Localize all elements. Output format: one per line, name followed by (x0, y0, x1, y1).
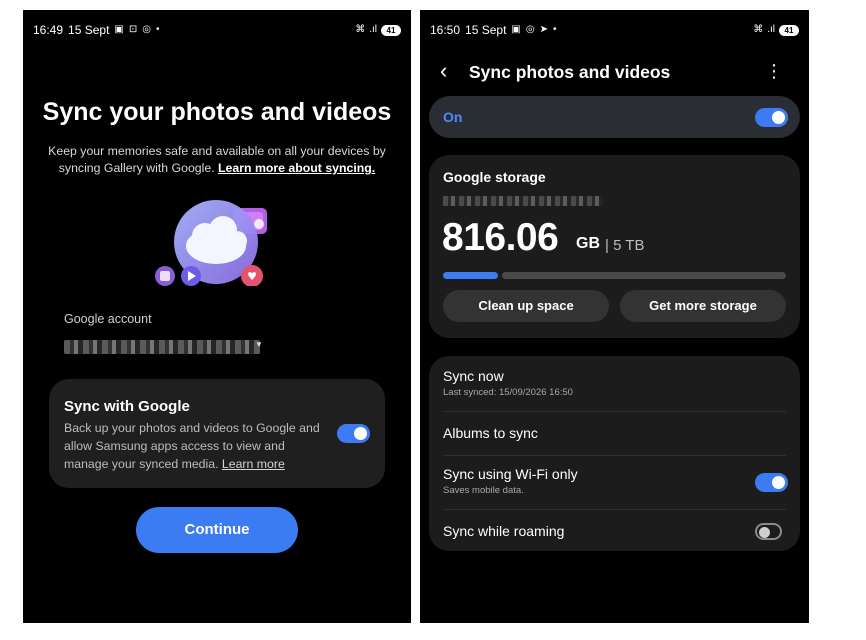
account-email-redacted (443, 196, 603, 206)
master-sync-toggle[interactable] (755, 108, 788, 127)
toggle-knob (759, 527, 770, 538)
status-time: 16:50 (430, 23, 461, 37)
hotspot-icon: ◎ (525, 24, 535, 35)
storage-usage-bar (443, 272, 786, 279)
wifi-only-subtitle: Saves mobile data. (443, 485, 524, 496)
sync-with-google-toggle[interactable] (337, 424, 370, 443)
divider (443, 509, 786, 510)
screenshot-notification-icon: ⊡ (128, 24, 138, 35)
learn-more-syncing-link[interactable]: Learn more about syncing. (218, 161, 375, 175)
wifi-calling-icon: ⌘ (753, 24, 764, 35)
storage-usage-remaining (502, 272, 786, 279)
status-bar: 16:49 15 Sept ▣ ⊡ ◎ • ⌘ .ıl 41 (33, 22, 401, 38)
page-title: Sync your photos and videos (42, 98, 392, 126)
wifi-calling-icon: ⌘ (355, 24, 366, 35)
storage-used-value: 816.06 (442, 216, 559, 259)
sync-settings-screen: 16:50 15 Sept ▣ ◎ ➤ • ⌘ .ıl 41 ‹ Sync ph… (420, 10, 809, 623)
google-account-label: Google account (64, 312, 152, 326)
sync-while-roaming-title: Sync while roaming (443, 523, 565, 539)
sync-while-roaming-toggle[interactable] (755, 523, 782, 540)
more-options-icon[interactable]: ⋮ (765, 60, 783, 82)
wifi-only-toggle[interactable] (755, 473, 788, 492)
google-storage-card: Google storage 816.06 GB | 5 TB Clean up… (429, 155, 800, 338)
chevron-down-icon[interactable]: ▼ (255, 340, 263, 349)
albums-to-sync-title: Albums to sync (443, 425, 538, 441)
storage-used-unit: GB (576, 235, 600, 252)
more-notifications-dot-icon: • (155, 24, 160, 35)
back-arrow-icon[interactable]: ‹ (440, 60, 447, 82)
status-time: 16:49 (33, 23, 64, 37)
svg-text:♥: ♥ (247, 270, 257, 283)
more-notifications-dot-icon: • (552, 24, 557, 35)
last-synced-text: Last synced: 15/09/2026 16:50 (443, 387, 573, 398)
page-title: Sync photos and videos (469, 62, 671, 82)
hotspot-icon: ◎ (142, 24, 151, 35)
master-sync-switch-bar[interactable]: On (429, 96, 800, 138)
divider (443, 411, 786, 412)
storage-total: | 5 TB (605, 237, 645, 254)
sync-settings-list: Sync now Last synced: 15/09/2026 16:50 A… (429, 356, 800, 551)
status-date: 15 Sept (68, 23, 110, 37)
wifi-only-title: Sync using Wi-Fi only (443, 466, 578, 482)
battery-icon: 41 (381, 24, 401, 36)
toggle-knob (354, 427, 367, 440)
sync-now-title: Sync now (443, 368, 504, 384)
clean-up-space-button[interactable]: Clean up space (443, 290, 609, 322)
learn-more-link[interactable]: Learn more (222, 457, 285, 471)
sync-card-description: Back up your photos and videos to Google… (64, 419, 326, 473)
sync-card-title: Sync with Google (64, 398, 190, 415)
status-bar: 16:50 15 Sept ▣ ◎ ➤ • ⌘ .ıl 41 (430, 22, 799, 38)
albums-to-sync-row[interactable]: Albums to sync (443, 425, 786, 441)
signal-icon: .ıl (369, 24, 377, 35)
on-label: On (443, 109, 463, 125)
wifi-only-row[interactable]: Sync using Wi-Fi only Saves mobile data. (443, 466, 786, 496)
divider (443, 455, 786, 456)
toggle-knob (772, 111, 785, 124)
sync-now-row[interactable]: Sync now Last synced: 15/09/2026 16:50 (443, 368, 786, 398)
storage-usage-fill (443, 272, 498, 279)
get-more-storage-button[interactable]: Get more storage (620, 290, 786, 322)
gallery-notification-icon: ▣ (114, 24, 124, 35)
gallery-notification-icon: ▣ (511, 24, 521, 35)
sync-with-google-card: Sync with Google Back up your photos and… (49, 379, 385, 488)
google-account-selector[interactable] (64, 340, 260, 354)
storage-title: Google storage (443, 169, 546, 185)
battery-icon: 41 (779, 24, 799, 36)
location-icon: ➤ (539, 24, 548, 35)
page-subtitle: Keep your memories safe and available on… (41, 143, 393, 177)
sync-while-roaming-row[interactable]: Sync while roaming (443, 523, 786, 539)
signal-icon: .ıl (767, 24, 775, 35)
cloud-sync-illustration: ♥ (155, 200, 267, 286)
continue-button[interactable]: Continue (136, 507, 298, 553)
toggle-knob (772, 476, 785, 489)
onboarding-screen: 16:49 15 Sept ▣ ⊡ ◎ • ⌘ .ıl 41 Sync your… (23, 10, 411, 623)
status-date: 15 Sept (465, 23, 507, 37)
